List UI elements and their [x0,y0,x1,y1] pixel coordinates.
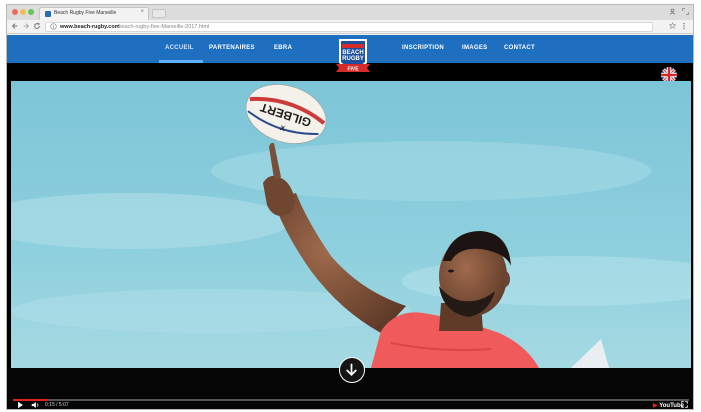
nav-accueil[interactable]: ACCUEIL [165,45,194,51]
reload-icon[interactable] [33,22,41,33]
minimize-window-button[interactable] [20,9,26,15]
scroll-down-button[interactable] [339,357,365,383]
site-logo[interactable]: BEACH RUGBY FIVE [333,37,373,77]
fullscreen-window-icon[interactable] [682,8,689,17]
tab-title: Beach Rugby Five Marseille [54,10,117,16]
nav-contact[interactable]: CONTACT [504,45,535,51]
browser-tab[interactable]: Beach Rugby Five Marseille × [39,7,149,20]
logo-line-3: FIVE [347,67,359,73]
screen-frame: Beach Rugby Five Marseille × www.beach-r… [0,0,701,412]
back-icon[interactable] [11,22,19,33]
menu-icon[interactable] [682,22,686,33]
logo-line-2: RUGBY [342,56,364,62]
youtube-logo[interactable]: ▶ YouTube [653,402,684,409]
video-time: 0:15 / 5:07 [45,402,69,408]
play-icon[interactable] [17,401,24,409]
tab-strip: Beach Rugby Five Marseille × [7,5,693,20]
browser-toolbar: www.beach-rugby.com /beach-rugby-five-Ma… [7,20,693,34]
fullscreen-icon[interactable] [681,401,688,409]
new-tab-button[interactable] [152,9,166,18]
close-window-button[interactable] [12,9,18,15]
nav-inscription[interactable]: INSCRIPTION [402,45,444,51]
page-info-icon[interactable] [50,23,57,32]
website-viewport: ACCUEIL PARTENAIRES EBRA INSCRIPTION IMA… [7,35,693,409]
bookmark-star-icon[interactable] [668,21,677,32]
hero-image: GILBERT X [11,81,691,368]
youtube-play-icon: ▶ [653,403,658,409]
arrow-down-icon [346,363,357,376]
address-bar[interactable]: www.beach-rugby.com /beach-rugby-five-Ma… [45,22,653,32]
profile-icon[interactable] [669,8,676,17]
video-progress-bar[interactable] [13,399,689,401]
url-path: /beach-rugby-five-Marseille-2017.html [117,24,210,30]
nav-partenaires[interactable]: PARTENAIRES [209,45,255,51]
nav-images[interactable]: IMAGES [462,45,487,51]
volume-icon[interactable] [31,401,40,409]
url-domain: www.beach-rugby.com [60,24,120,30]
tab-close-icon[interactable]: × [140,9,144,15]
maximize-window-button[interactable] [28,9,34,15]
nav-ebra[interactable]: EBRA [274,45,292,51]
browser-window: Beach Rugby Five Marseille × www.beach-r… [6,4,694,410]
forward-icon[interactable] [22,22,30,33]
favicon-icon [45,11,51,17]
